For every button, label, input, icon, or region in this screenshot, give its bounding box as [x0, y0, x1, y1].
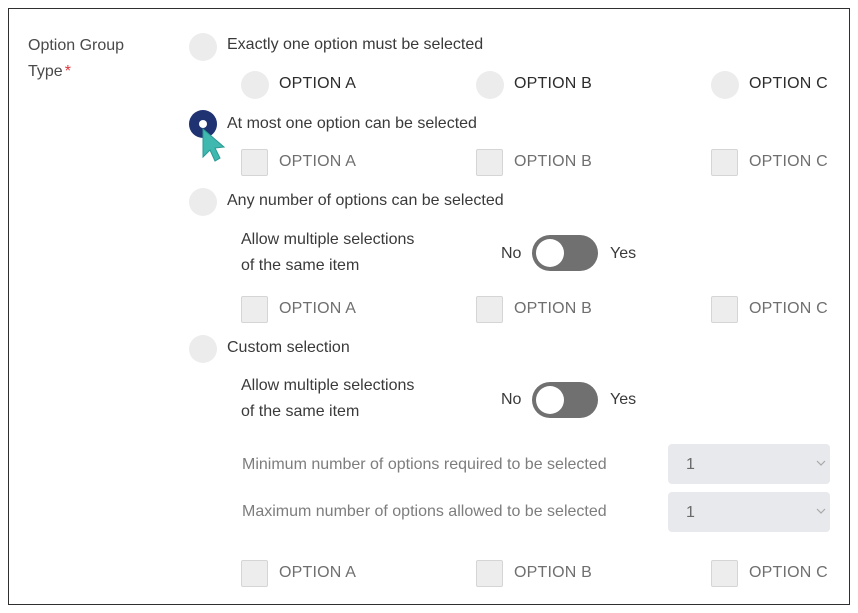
required-marker: *: [64, 63, 71, 80]
option-a-label: OPTION A: [279, 153, 357, 170]
radio-any-number-label: Any number of options can be selected: [227, 192, 504, 209]
chevron-down-icon: [816, 460, 826, 466]
min-options-select[interactable]: 1: [668, 444, 830, 484]
option-a-checkbox[interactable]: [241, 296, 268, 323]
option-a-label: OPTION A: [279, 300, 357, 317]
option-b-label: OPTION B: [514, 564, 593, 581]
chevron-down-icon: [816, 508, 826, 514]
label-line-1: Option Group: [28, 37, 125, 54]
allow-multiple-toggle[interactable]: [532, 382, 598, 418]
allow-multiple-label: Allow multiple selections of the same it…: [241, 377, 415, 420]
allow-multiple-label: Allow multiple selections of the same it…: [241, 231, 415, 274]
pointer-cursor-icon: [202, 127, 226, 162]
option-a-checkbox[interactable]: [241, 560, 268, 587]
option-b-checkbox[interactable]: [476, 149, 503, 176]
option-b-checkbox[interactable]: [476, 560, 503, 587]
option-b-label: OPTION B: [514, 153, 593, 170]
label-line-2: Type *: [28, 63, 71, 80]
option-b-radio[interactable]: [476, 71, 504, 99]
option-c-radio[interactable]: [711, 71, 739, 99]
min-options-label: Minimum number of options required to be…: [242, 456, 607, 473]
max-options-label: Maximum number of options allowed to be …: [242, 503, 607, 520]
allow-multiple-toggle[interactable]: [532, 235, 598, 271]
radio-any-number[interactable]: [189, 188, 217, 216]
toggle-no-label: No: [501, 391, 522, 408]
toggle-yes-label: Yes: [610, 391, 637, 408]
radio-custom-selection[interactable]: [189, 335, 217, 363]
radio-exactly-one[interactable]: [189, 33, 217, 61]
option-a-label: OPTION A: [279, 75, 357, 92]
toggle-knob: [536, 239, 564, 267]
max-options-select[interactable]: 1: [668, 492, 830, 532]
option-c-checkbox[interactable]: [711, 296, 738, 323]
option-c-checkbox[interactable]: [711, 149, 738, 176]
option-c-label: OPTION C: [749, 564, 828, 581]
option-b-checkbox[interactable]: [476, 296, 503, 323]
min-options-value: 1: [686, 456, 695, 473]
option-c-checkbox[interactable]: [711, 560, 738, 587]
option-a-radio[interactable]: [241, 71, 269, 99]
option-c-label: OPTION C: [749, 153, 828, 170]
option-c-label: OPTION C: [749, 300, 828, 317]
radio-at-most-one-label: At most one option can be selected: [227, 115, 477, 132]
option-a-label: OPTION A: [279, 564, 357, 581]
option-b-label: OPTION B: [514, 75, 593, 92]
radio-custom-selection-label: Custom selection: [227, 339, 350, 356]
radio-exactly-one-label: Exactly one option must be selected: [227, 36, 484, 53]
option-b-label: OPTION B: [514, 300, 593, 317]
toggle-yes-label: Yes: [610, 245, 637, 262]
option-a-checkbox[interactable]: [241, 149, 268, 176]
toggle-no-label: No: [501, 245, 522, 262]
toggle-knob: [536, 386, 564, 414]
option-c-label: OPTION C: [749, 75, 828, 92]
option-group-type-label: Option Group Type *: [28, 33, 168, 85]
max-options-value: 1: [686, 504, 695, 521]
